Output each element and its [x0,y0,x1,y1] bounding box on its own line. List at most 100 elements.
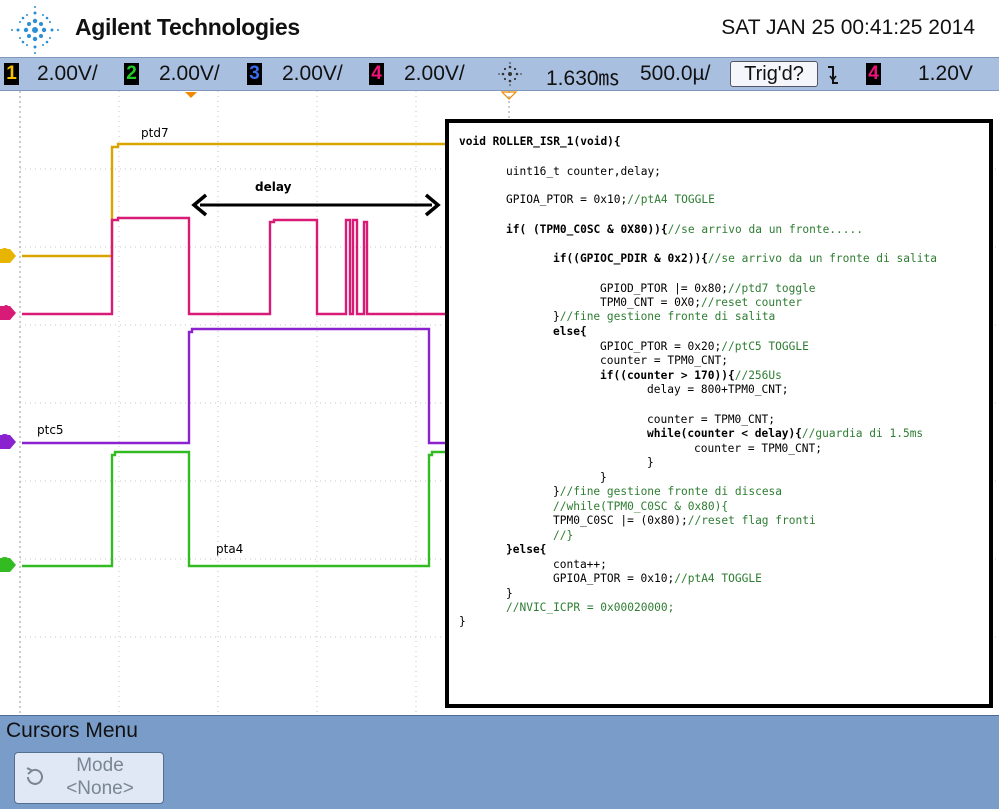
channel-2-scale[interactable]: 2.00V/ [159,62,220,86]
signal-label-pta4: pta4 [216,542,244,556]
channel-ground-markers [0,249,16,572]
delay-arrow [191,193,441,217]
code-line: else{ [553,325,587,340]
code-comment: //ptA4 TOGGLE [674,572,762,585]
code-text: TPM0_C0SC |= (0x80); [553,514,688,527]
code-line: //NVIC_ICPR = 0x00020000; [506,601,674,616]
mode-value: <None> [66,778,134,799]
trigger-source-indicator[interactable]: 4 [866,63,881,85]
channel-2-indicator[interactable]: 2 [124,63,139,85]
code-line: TPM0_CNT = 0X0;//reset counter [600,296,802,311]
code-text: } [459,615,466,628]
code-line: if( (TPM0_C0SC & 0X80)){//se arrivo da u… [506,223,863,238]
channel-1-indicator[interactable]: 1 [4,63,19,85]
code-line: counter = TPM0_CNT; [694,442,822,457]
code-line: delay = 800+TPM0_CNT; [647,383,788,398]
code-text: } [647,456,654,469]
code-line: while(counter < delay){//guardia di 1.5m… [647,427,923,442]
code-line: }//fine gestione fronte di discesa [553,485,782,500]
code-comment: //reset flag fronti [687,514,816,527]
channel-4-ground-label: 4 [1,303,10,317]
channel-3-number: 3 [249,63,260,84]
code-text: GPIOA_PTOR = 0x10; [506,193,628,206]
code-line: if((GPIOC_PDIR & 0x2)){//se arrivo da un… [553,252,937,267]
code-text: GPIOA_PTOR = 0x10; [553,572,675,585]
code-text: TPM0_CNT = 0X0; [600,296,702,309]
cursor-mode-button[interactable]: Mode <None> [14,752,164,804]
code-line: conta++; [553,558,607,573]
code-comment: //se arrivo da un fronte di salita [707,252,937,265]
code-line: } [506,587,513,602]
channel-4-number: 4 [371,63,382,84]
channel-4-indicator[interactable]: 4 [369,63,384,85]
code-comment: //fine gestione fronte di salita [559,310,776,323]
channel-1-number: 1 [6,63,17,84]
time-scale[interactable]: 500.0µ/ [640,62,711,86]
code-overlay: void ROLLER_ISR_1(void){uint16_t counter… [445,119,993,708]
delay-label: delay [255,180,292,194]
code-comment: //while(TPM0_C0SC & 0x80){ [553,500,729,513]
code-text: if( (TPM0_C0SC & 0X80)){ [506,223,668,236]
code-line: }else{ [506,543,546,558]
channel-1-scale[interactable]: 2.00V/ [37,62,98,86]
brand-name: Agilent Technologies [75,14,300,40]
trigger-level[interactable]: 1.20V [918,62,973,86]
code-text: GPIOC_PTOR = 0x20; [600,340,722,353]
code-comment: //256Us [734,369,782,382]
code-text: } [600,471,607,484]
channel-3-scale[interactable]: 2.00V/ [282,62,343,86]
code-text: uint16_t counter,delay; [506,165,661,178]
code-comment: //guardia di 1.5ms [801,427,924,440]
code-text: GPIOD_PTOR |= 0x80; [600,282,728,295]
code-text: conta++; [553,558,607,571]
code-line: GPIOA_PTOR = 0x10;//ptA4 TOGGLE [506,193,715,208]
code-text: if((GPIOC_PDIR & 0x2)){ [553,252,708,265]
code-line: uint16_t counter,delay; [506,165,661,180]
acquisition-icon [498,62,522,86]
signal-label-ptd7: ptd7 [141,126,169,140]
time-position[interactable]: 1.630㎳ [546,62,620,92]
mode-label: Mode [76,755,124,776]
code-line: GPIOD_PTOR |= 0x80;//ptd7 toggle [600,282,816,297]
code-text: } [506,587,513,600]
code-text: counter = TPM0_CNT; [694,442,822,455]
code-text: else{ [553,325,587,338]
channel-2-number: 2 [126,63,137,84]
code-line: GPIOC_PTOR = 0x20;//ptC5 TOGGLE [600,340,809,355]
code-text: while(counter < delay){ [647,427,802,440]
code-line: if((counter > 170)){//256Us [600,369,782,384]
falling-edge-trigger-icon [828,66,838,84]
code-comment: //fine gestione fronte di discesa [559,485,783,498]
code-text: } [553,310,560,323]
trigger-state-button[interactable]: Trig'd? [730,61,818,87]
code-comment: //se arrivo da un fronte..... [667,223,863,236]
agilent-logo-icon [11,6,59,54]
code-line: } [600,471,607,486]
waveform-display[interactable]: ptd7 delay ptc5 pta4 1 4 3 2 void ROLLER… [0,91,999,715]
channel-2-ground-label: 2 [1,555,10,569]
code-comment: //NVIC_ICPR = 0x00020000; [506,601,675,614]
code-comment: //reset counter [701,296,803,309]
status-bar: 1 2.00V/ 2 2.00V/ 3 2.00V/ 4 2.00V/ 1.63… [0,57,999,91]
code-line: counter = TPM0_CNT; [600,354,728,369]
code-line: } [647,456,654,471]
channel-3-indicator[interactable]: 3 [247,63,262,85]
channel-4-scale[interactable]: 2.00V/ [404,62,465,86]
signal-label-ptc5: ptc5 [37,423,64,437]
channel-1-waveform [22,142,448,258]
code-text: }else{ [506,543,547,556]
code-text: delay = 800+TPM0_CNT; [647,383,789,396]
code-text: counter = TPM0_CNT; [647,413,775,426]
code-text: if((counter > 170)){ [600,369,735,382]
code-line: //} [553,529,573,544]
code-comment: //ptd7 toggle [727,282,816,295]
code-line: }//fine gestione fronte di salita [553,310,775,325]
channel-1-ground-label: 1 [1,246,10,260]
trigger-time-marker[interactable] [185,92,197,98]
menu-title: Cursors Menu [6,719,138,742]
softkey-menu: Cursors Menu Mode <None> [0,715,999,809]
channel-3-waveform [22,327,448,445]
channel-4-waveform [22,216,448,316]
code-line: } [459,615,466,630]
code-line: counter = TPM0_CNT; [647,413,775,428]
